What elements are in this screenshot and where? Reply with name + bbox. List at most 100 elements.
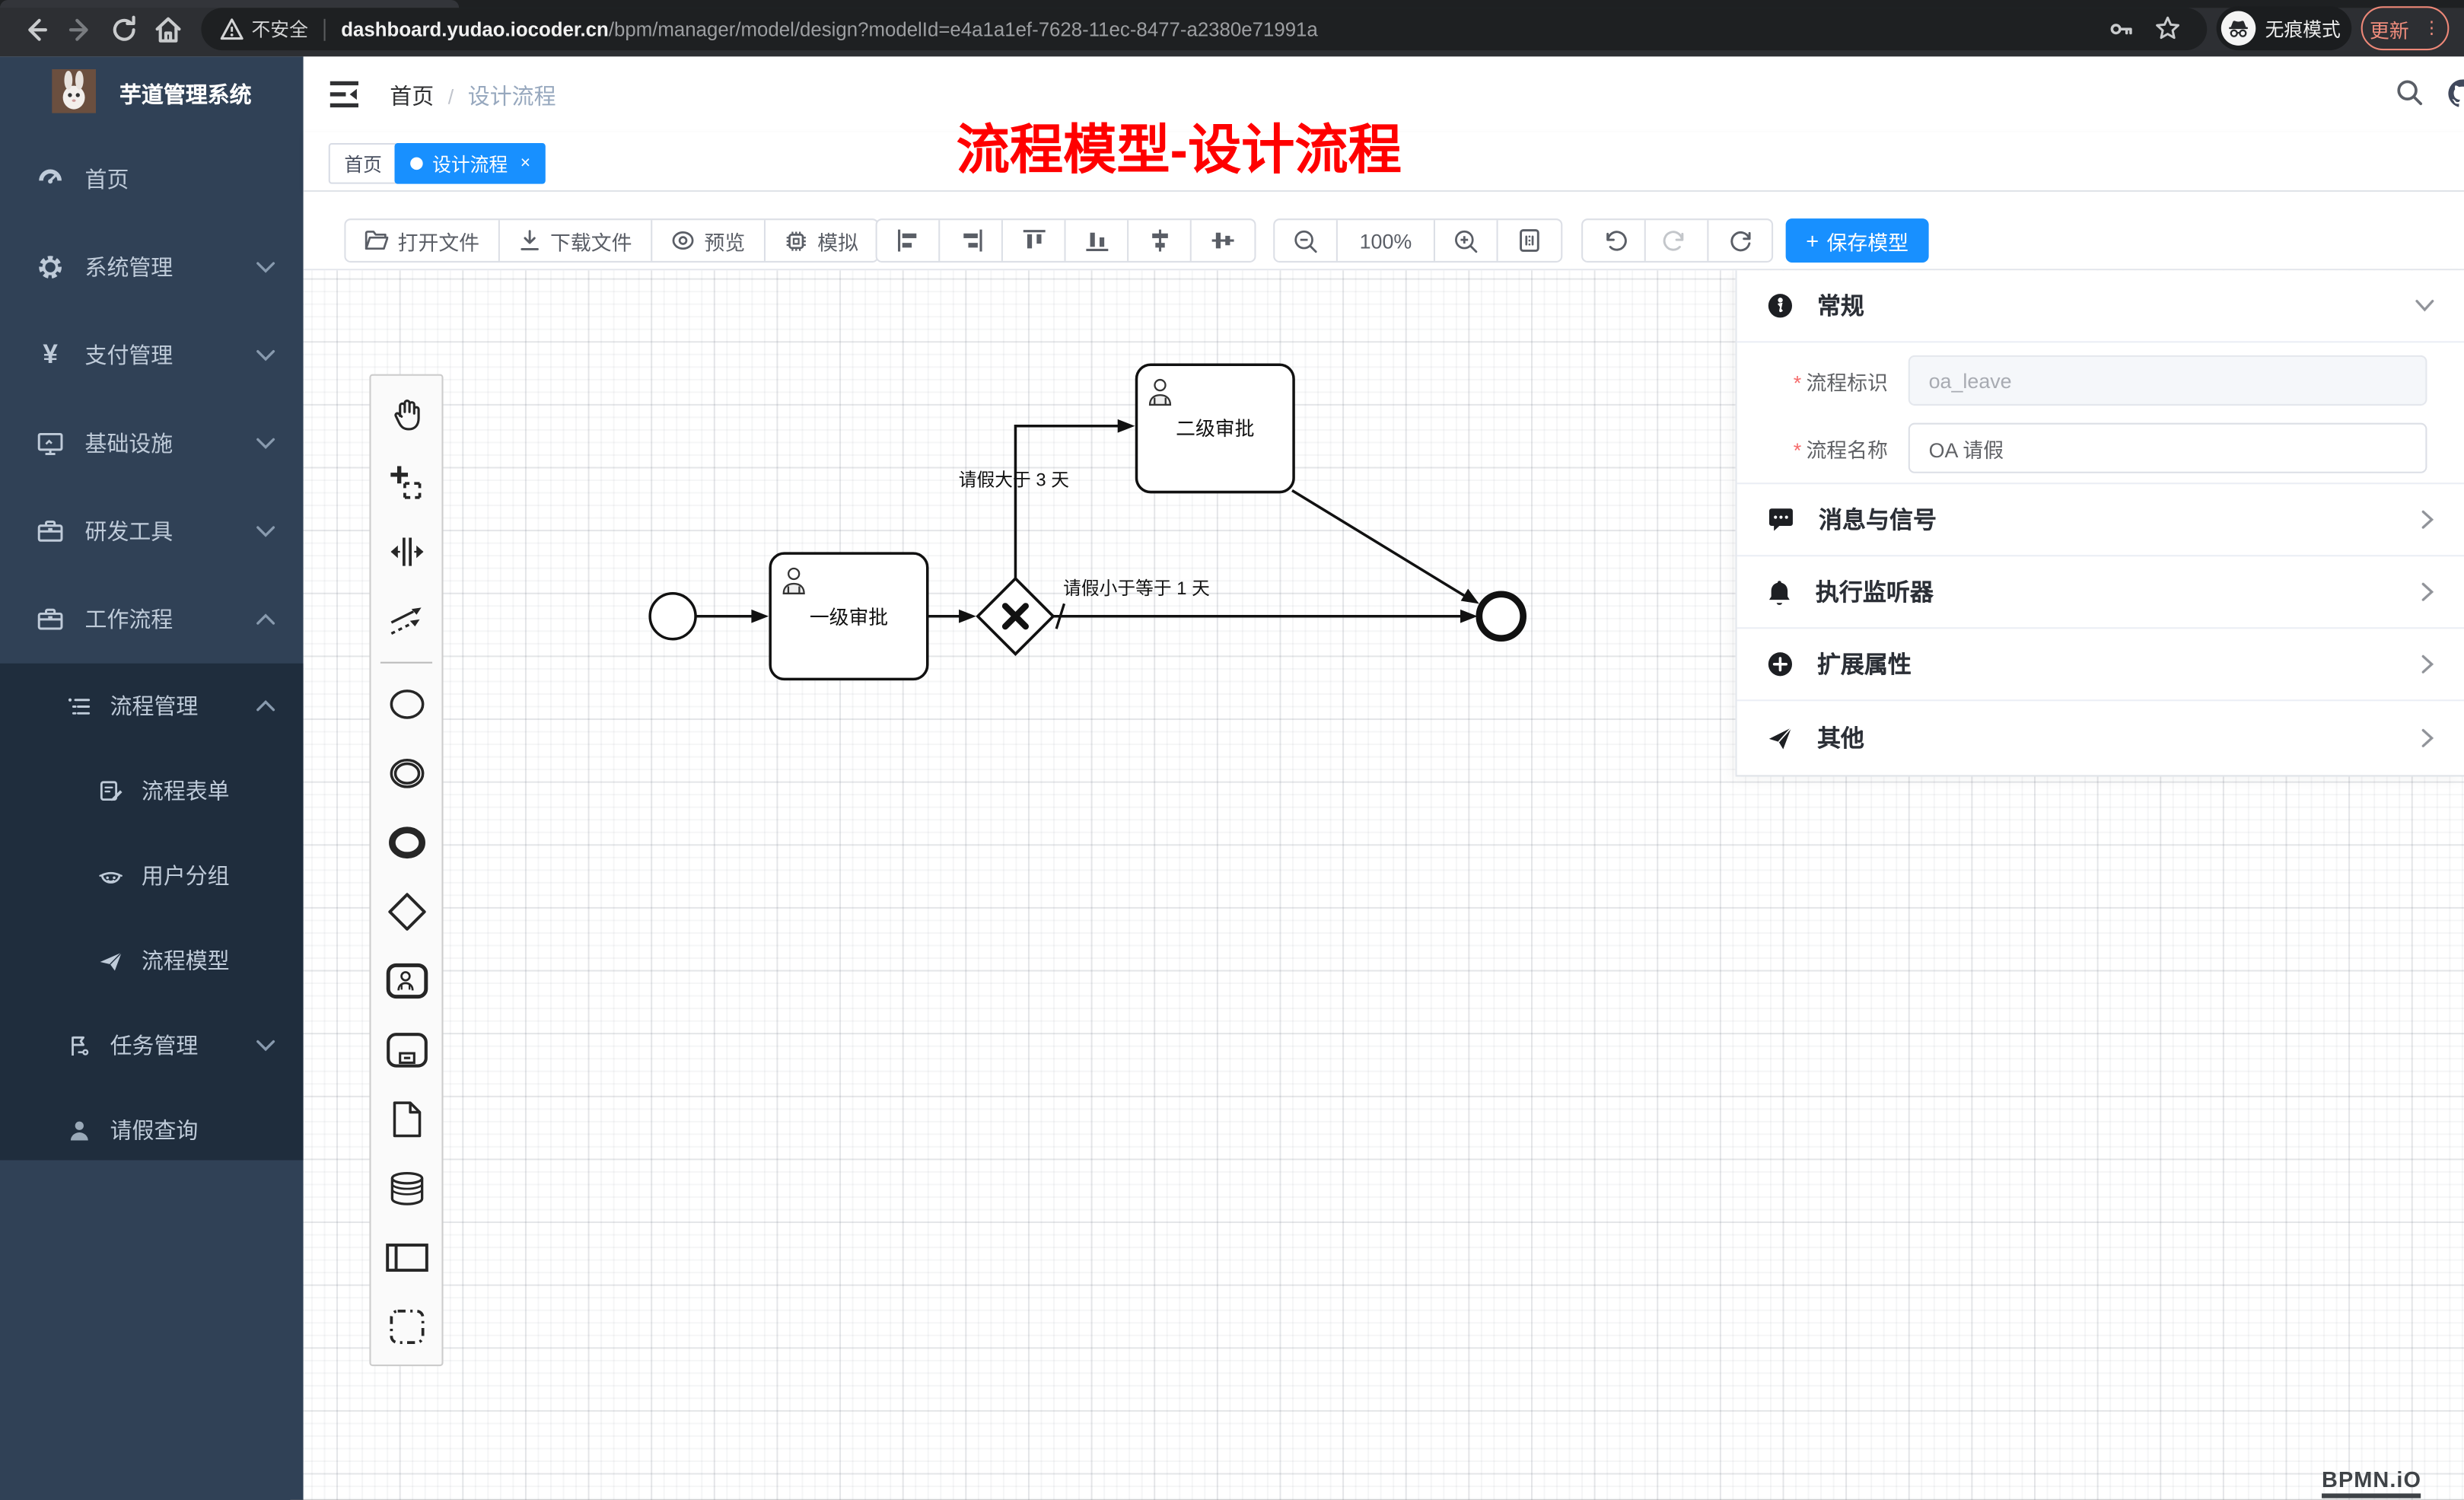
- chip-icon: [785, 229, 808, 253]
- redo-button[interactable]: [1646, 220, 1709, 261]
- bpmn-flow-task2-to-end[interactable]: [1292, 490, 1466, 596]
- collapse-sidebar-icon[interactable]: [329, 80, 360, 108]
- paper-plane-icon: [91, 947, 129, 974]
- align-hcenter-button[interactable]: [1192, 220, 1255, 261]
- chevron-right-icon: [2421, 727, 2435, 747]
- button-label: 预览: [704, 225, 745, 255]
- sidebar-item-home[interactable]: 首页: [0, 135, 304, 224]
- panel-section-extended[interactable]: 扩展属性: [1737, 629, 2464, 701]
- button-label: 模拟: [817, 225, 858, 255]
- zoom-reset-button[interactable]: [1498, 220, 1561, 261]
- zoom-button-group: 100%: [1273, 218, 1562, 263]
- sidebar-item-task-mgmt[interactable]: 任务管理: [0, 1003, 304, 1088]
- search-icon[interactable]: [2394, 77, 2425, 108]
- url-path: /bpm/manager/model/design?modelId=e4a1a1…: [609, 18, 1318, 40]
- breadcrumb-current: 设计流程: [468, 80, 556, 111]
- bpmnio-watermark[interactable]: BPMN.iO: [2322, 1467, 2421, 1498]
- tab-label: 设计流程: [432, 150, 508, 177]
- task1-label: 一级审批: [810, 607, 888, 629]
- security-chip[interactable]: 不安全: [220, 16, 308, 43]
- browser-active-tab[interactable]: [0, 0, 459, 8]
- sidebar-item-process-form[interactable]: 流程表单: [0, 748, 304, 833]
- flow-gt3-label: 请假大于 3 天: [959, 470, 1069, 490]
- sidebar-item-process-model[interactable]: 流程模型: [0, 918, 304, 1003]
- align-right-button[interactable]: [940, 220, 1003, 261]
- sidebar-item-label: 流程模型: [142, 944, 230, 976]
- bpmn-flow-gateway-to-task2[interactable]: [1015, 426, 1119, 578]
- tab-home[interactable]: 首页: [329, 143, 398, 184]
- zoom-out-button[interactable]: [1275, 220, 1338, 261]
- zoom-in-button[interactable]: [1435, 220, 1498, 261]
- url-host: dashboard.yudao.iocoder.cn: [341, 18, 609, 40]
- monitor-icon: [31, 429, 69, 457]
- panel-section-general[interactable]: 常规: [1737, 270, 2464, 342]
- page-header: 首页 / 设计流程 tT: [304, 56, 2464, 132]
- sidebar-item-payment[interactable]: ¥ 支付管理: [0, 311, 304, 400]
- chevron-down-icon: [256, 261, 275, 274]
- sidebar-item-label: 系统管理: [85, 252, 173, 283]
- sidebar-item-process-mgmt[interactable]: 流程管理: [0, 664, 304, 749]
- chevron-up-icon: [256, 613, 275, 626]
- sidebar: 芋道管理系统 首页 系统管理 ¥ 支付管理 基础设施: [0, 56, 304, 1499]
- process-key-input[interactable]: oa_leave: [1908, 355, 2427, 406]
- github-icon[interactable]: [2446, 77, 2464, 110]
- file-button-group: 打开文件 下载文件 预览 模拟: [344, 218, 878, 263]
- tab-design-process[interactable]: 设计流程 ×: [394, 143, 546, 184]
- bookmark-star-icon[interactable]: [2154, 14, 2182, 43]
- undo-button[interactable]: [1583, 220, 1646, 261]
- sidebar-item-workflow[interactable]: 工作流程: [0, 575, 304, 664]
- address-bar[interactable]: 不安全 dashboard.yudao.iocoder.cn/bpm/manag…: [201, 8, 2207, 50]
- close-icon[interactable]: ×: [520, 154, 530, 173]
- incognito-label: 无痕模式: [2265, 15, 2341, 42]
- sidebar-item-leave-query[interactable]: 请假查询: [0, 1088, 304, 1173]
- section-label: 执行监听器: [1816, 575, 1934, 608]
- sidebar-item-user-group[interactable]: 用户分组: [0, 833, 304, 919]
- panel-section-listeners[interactable]: 执行监听器: [1737, 556, 2464, 629]
- yen-icon: ¥: [31, 339, 69, 371]
- back-icon[interactable]: [19, 13, 53, 47]
- forward-icon[interactable]: [63, 13, 97, 47]
- save-model-button[interactable]: + 保存模型: [1786, 218, 1929, 263]
- task-flag-icon: [59, 1032, 97, 1059]
- breadcrumb-home[interactable]: 首页: [390, 80, 434, 111]
- reload-icon[interactable]: [107, 13, 141, 47]
- preview-button[interactable]: 预览: [652, 220, 766, 261]
- open-file-button[interactable]: 打开文件: [345, 220, 499, 261]
- person-icon: [59, 1117, 97, 1144]
- sidebar-item-system[interactable]: 系统管理: [0, 223, 304, 311]
- chevron-right-icon: [2421, 654, 2435, 674]
- chevron-down-icon: [256, 349, 275, 362]
- properties-panel: 常规 *流程标识 oa_leave *流程名称 OA 请假 消息与信号: [1736, 270, 2464, 776]
- form-edit-icon: [91, 777, 129, 804]
- process-name-input[interactable]: OA 请假: [1908, 423, 2427, 473]
- download-file-button[interactable]: 下载文件: [500, 220, 652, 261]
- align-bottom-button[interactable]: [1066, 220, 1129, 261]
- browser-menu-icon[interactable]: ⋮: [2423, 25, 2440, 31]
- align-top-button[interactable]: [1003, 220, 1066, 261]
- required-mark: *: [1794, 438, 1801, 461]
- logo-avatar: [52, 69, 96, 113]
- panel-section-messages[interactable]: 消息与信号: [1737, 484, 2464, 556]
- history-button-group: [1581, 218, 1773, 263]
- bpmn-start-event[interactable]: [650, 594, 696, 639]
- key-icon[interactable]: [2108, 16, 2135, 43]
- bpmn-canvas[interactable]: 一级审批 二级审批 请假大于 3 天 请假小于等于 1 天 常规 *流程标识 o…: [304, 270, 2464, 1499]
- update-button[interactable]: 更新 ⋮: [2361, 6, 2450, 50]
- chevron-down-icon: [256, 525, 275, 538]
- section-label: 其他: [1817, 721, 1864, 753]
- preview-eye-icon: [671, 230, 695, 252]
- sidebar-item-devtools[interactable]: 研发工具: [0, 487, 304, 575]
- bpmn-end-event[interactable]: [1479, 594, 1523, 639]
- home-icon[interactable]: [151, 13, 185, 47]
- sidebar-item-infra[interactable]: 基础设施: [0, 400, 304, 488]
- restart-button[interactable]: [1708, 220, 1772, 261]
- panel-section-other[interactable]: 其他: [1737, 701, 2464, 773]
- plus-icon: +: [1806, 228, 1819, 253]
- align-vcenter-button[interactable]: [1129, 220, 1192, 261]
- sidebar-item-label: 流程管理: [110, 690, 199, 721]
- people-icon: [91, 862, 129, 889]
- flow-le1-label: 请假小于等于 1 天: [1063, 578, 1210, 599]
- general-fields: *流程标识 oa_leave *流程名称 OA 请假: [1737, 342, 2464, 484]
- simulate-button[interactable]: 模拟: [766, 220, 877, 261]
- align-left-button[interactable]: [877, 220, 941, 261]
